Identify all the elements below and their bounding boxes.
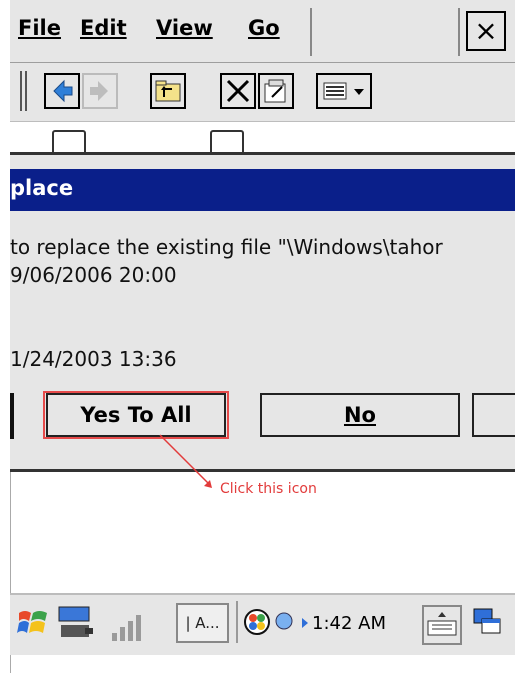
show-desktop-button[interactable] [470, 605, 506, 645]
network-icon[interactable] [272, 609, 312, 649]
annotation-arrow [159, 434, 212, 488]
annotation-label: Click this icon [220, 481, 317, 497]
windows-stack-icon [473, 608, 501, 634]
tray-app-icon[interactable] [242, 607, 272, 647]
keyboard-icon [427, 612, 457, 636]
tray-separator [236, 601, 238, 643]
connectivity-icon[interactable] [55, 605, 95, 645]
start-button[interactable] [16, 605, 52, 645]
windows-logo-icon [17, 611, 47, 633]
signal-strength-icon[interactable] [108, 609, 148, 649]
taskbar: | A... 1:42 AM [10, 593, 515, 655]
clock[interactable]: 1:42 AM [312, 613, 386, 634]
keyboard-button[interactable] [422, 605, 462, 645]
taskbar-app-button[interactable]: | A... [176, 603, 229, 643]
